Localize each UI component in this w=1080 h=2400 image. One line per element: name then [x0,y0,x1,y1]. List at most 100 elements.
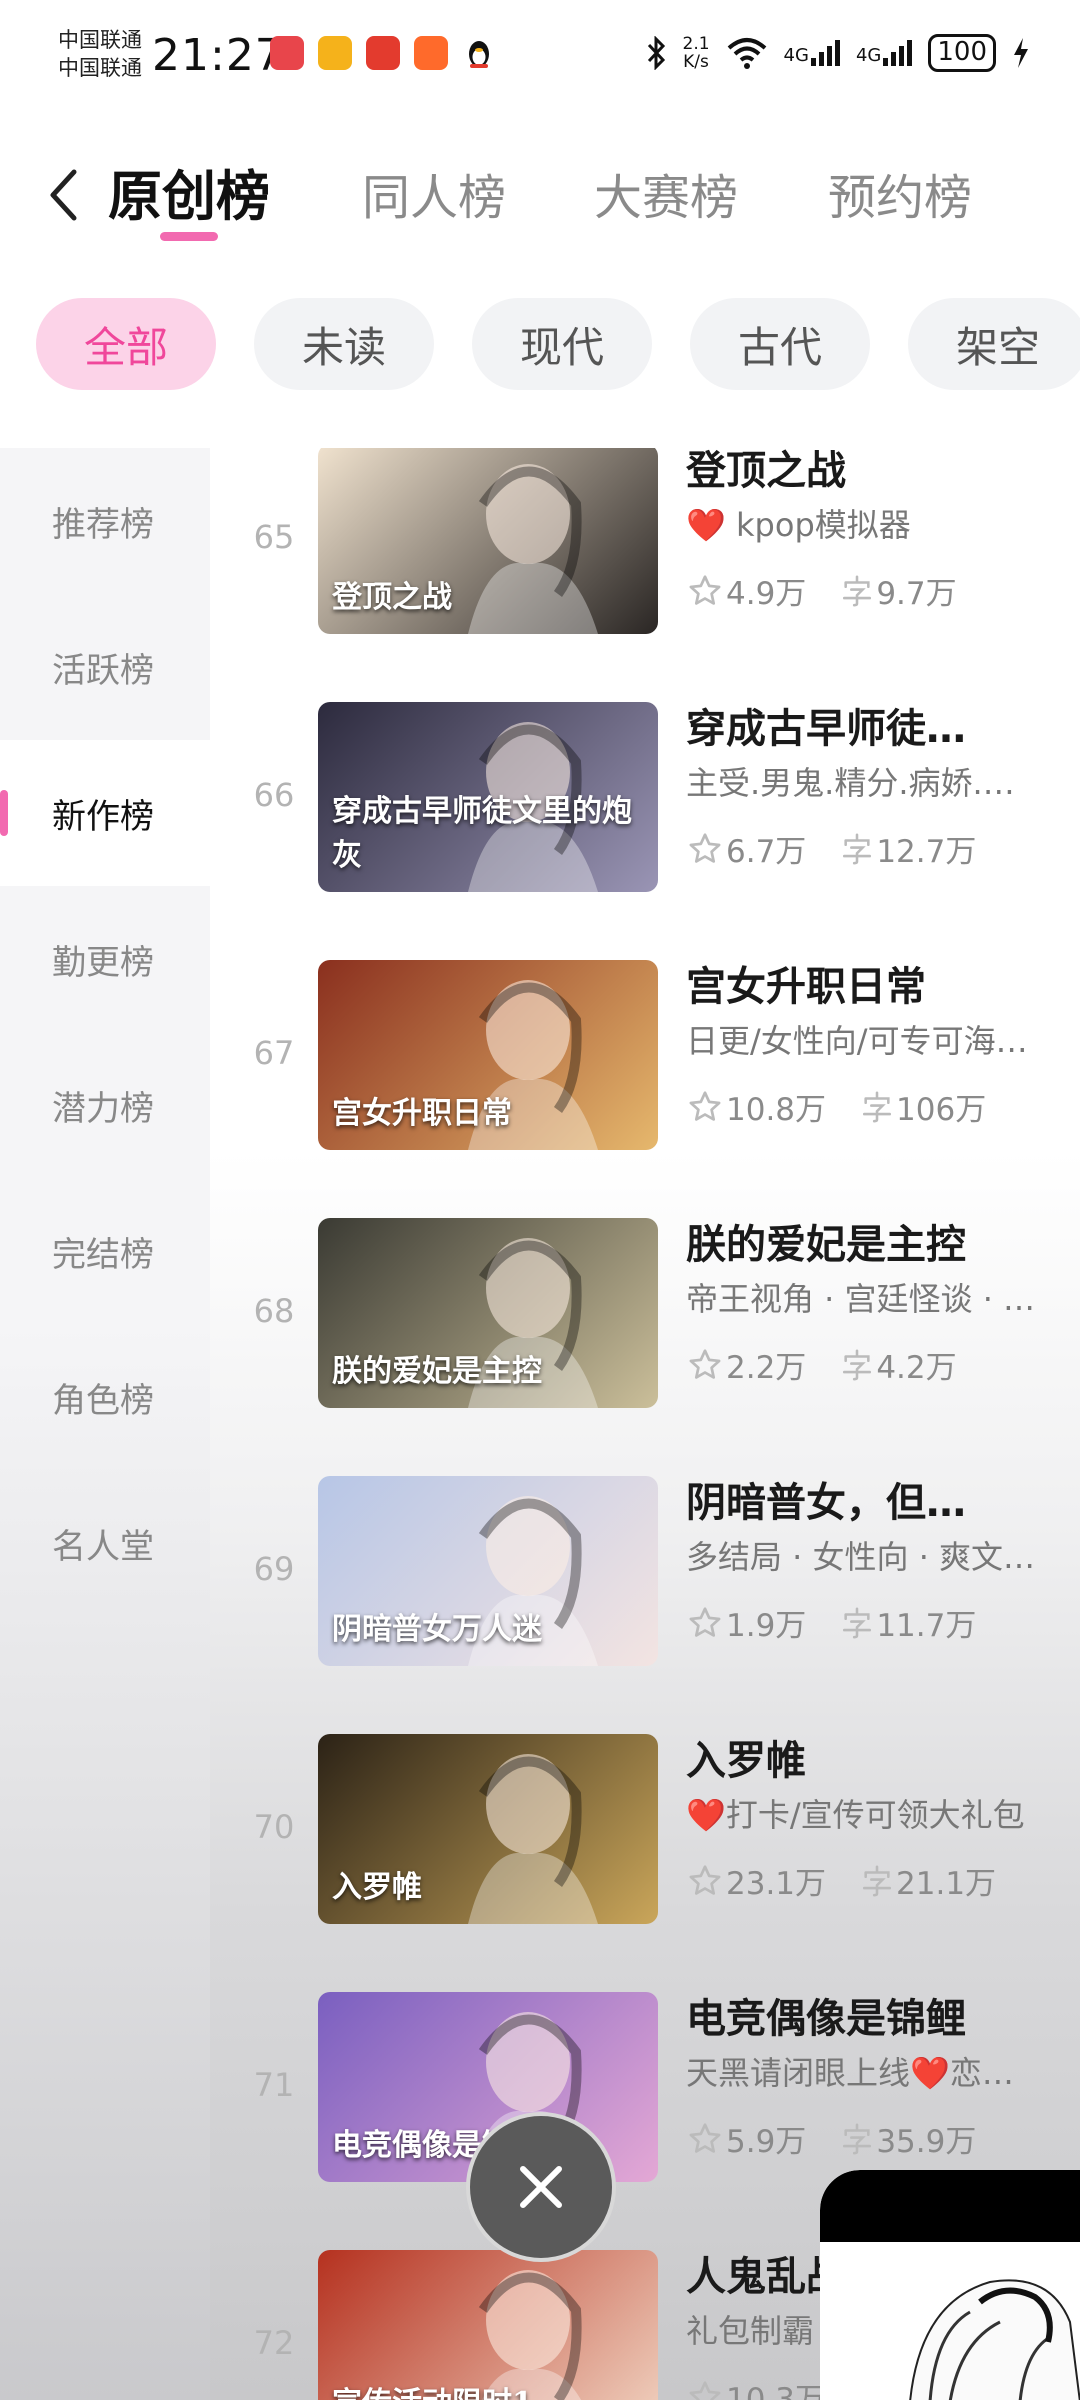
book-cover-image[interactable]: 登顶之战 [318,448,658,634]
book-tags: 日更/女性向/可专可海… [686,1022,1028,1060]
word-count: 4.2万 [876,1350,957,1386]
net-speed-unit: K/s [683,52,709,72]
carrier-1: 中国联通 [58,28,142,52]
sidebar-item-hall-of-fame[interactable]: 名人堂 [0,1470,210,1616]
rank-number: 69 [253,1550,295,1588]
word-count: 11.7万 [876,1608,977,1644]
book-title[interactable]: 登顶之战 [686,448,1076,496]
zi-character-icon [843,1349,872,1380]
book-stats: 23.1万 21.1万 [686,1858,996,1903]
favorite-count: 1.9万 [726,1608,807,1644]
star-outline-icon [689,1606,721,1637]
network-type-2: 4G [855,45,882,66]
rank-number: 68 [253,1292,295,1330]
list-item[interactable]: 68 朕的爱妃是主控 朕的爱妃是主控 帝王视角 · 宫廷怪谈 · … 2.2万 … [210,1210,1080,1468]
battery-indicator: 100 [928,34,996,72]
favorite-count: 4.9万 [726,576,807,612]
book-cover-image[interactable]: 穿成古早师徒文里的炮灰 [318,702,658,892]
book-stats: 10.8万 106万 [686,1084,986,1129]
favorite-count: 6.7万 [726,834,807,870]
book-stats: 2.2万 4.2万 [686,1342,957,1387]
cover-title-art: 阴暗普女万人迷 [332,1612,542,1647]
ranking-sidebar: 推荐榜 活跃榜 新作榜 勤更榜 潜力榜 完结榜 角色榜 名人堂 [0,448,210,2400]
book-stats: 6.7万 12.7万 [686,826,976,871]
favorite-count: 10.8万 [726,1092,827,1128]
sidebar-item-active[interactable]: 活跃榜 [0,594,210,740]
favorite-count: 23.1万 [726,1866,827,1902]
chip-ancient[interactable]: 古代 [690,298,870,390]
signal-bars-icon [883,40,913,66]
list-item[interactable]: 66 穿成古早师徒文里的炮灰 穿成古早师徒… 主受.男鬼.精分.病娇.… 6.7… [210,694,1080,952]
star-outline-icon [689,2380,721,2400]
book-tags: 多结局 · 女性向 · 爽文… [686,1538,1036,1576]
zi-character-icon [843,575,872,606]
book-cover-image[interactable]: 阴暗普女万人迷 [318,1476,658,1666]
sidebar-item-recommend[interactable]: 推荐榜 [0,448,210,594]
zi-character-icon [863,1865,892,1896]
sidebar-item-new-works[interactable]: 新作榜 [0,740,210,886]
ranking-list: 65 登顶之战 登顶之战 ❤️ kpop模拟器 4.9万 9.7万 66 穿成古… [210,448,1080,2400]
book-title[interactable]: 穿成古早师徒… [686,696,1076,754]
rank-number: 70 [253,1808,295,1846]
star-outline-icon [689,1090,721,1121]
chip-modern[interactable]: 现代 [472,298,652,390]
tab-original[interactable]: 原创榜 [108,152,270,231]
wifi-icon [727,38,766,69]
list-item[interactable]: 69 阴暗普女万人迷 阴暗普女，但… 多结局 · 女性向 · 爽文… 1.9万 … [210,1468,1080,1726]
book-title[interactable]: 电竞偶像是锦鲤 [686,1986,1076,2044]
clock: 21:27 [152,30,284,81]
app-icon [414,36,448,70]
zi-character-icon [843,2123,872,2154]
list-item[interactable]: 67 宫女升职日常 宫女升职日常 日更/女性向/可专可海… 10.8万 106万 [210,952,1080,1210]
book-title[interactable]: 阴暗普女，但… [686,1470,1076,1528]
filter-chips: 全部 未读 现代 古代 架空 [36,298,1080,390]
book-cover-image[interactable]: 入罗帷 [318,1734,658,1924]
signal-1: 4G [784,40,840,66]
rank-number: 66 [253,776,295,814]
signal-bars-icon [810,40,840,66]
floating-mini-window[interactable] [820,2170,1080,2400]
weibo-icon [318,36,352,70]
tab-contest[interactable]: 大赛榜 [594,158,738,228]
net-speed-value: 2.1 [682,34,710,54]
rank-number: 71 [253,2066,295,2104]
chip-all[interactable]: 全部 [36,298,216,390]
word-count: 35.9万 [876,2124,977,2160]
book-cover-image[interactable]: 宫女升职日常 [318,960,658,1150]
chevron-left-icon [50,169,77,221]
active-tab-indicator [160,232,218,241]
list-item[interactable]: 65 登顶之战 登顶之战 ❤️ kpop模拟器 4.9万 9.7万 [210,448,1080,694]
word-count: 12.7万 [876,834,977,870]
qq-penguin-icon [462,36,496,70]
close-float-button[interactable] [466,2112,616,2262]
book-cover-image[interactable]: 宣传活动限时1 [318,2250,658,2400]
shopping-app-icon [270,36,304,70]
favorite-count: 10.3万 [726,2382,827,2400]
network-type-1: 4G [783,45,809,66]
list-item[interactable]: 70 入罗帷 入罗帷 ❤️打卡/宣传可领大礼包 23.1万 21.1万 [210,1726,1080,1984]
book-title[interactable]: 入罗帷 [686,1728,1076,1786]
book-tags: ❤️ kpop模拟器 [686,506,911,544]
sidebar-item-potential[interactable]: 潜力榜 [0,1032,210,1178]
rank-number: 65 [253,518,295,556]
book-title[interactable]: 宫女升职日常 [686,954,1076,1012]
sidebar-item-completed[interactable]: 完结榜 [0,1178,210,1324]
book-cover-image[interactable]: 朕的爱妃是主控 [318,1218,658,1408]
sidebar-item-diligent[interactable]: 勤更榜 [0,886,210,1032]
sidebar-item-character[interactable]: 角色榜 [0,1324,210,1470]
carrier-2: 中国联通 [58,56,142,80]
charging-bolt-icon [1014,38,1028,68]
chip-fictional[interactable]: 架空 [908,298,1080,390]
bluetooth-icon [647,36,665,70]
cover-title-art: 宣传活动限时1 [332,2378,533,2400]
cover-title-art: 宫女升职日常 [332,1096,512,1131]
cover-title-art: 入罗帷 [332,1870,422,1905]
tab-fanfic[interactable]: 同人榜 [362,158,506,228]
tab-reservation[interactable]: 预约榜 [828,158,972,228]
star-outline-icon [689,1864,721,1895]
book-tags: 帝王视角 · 宫廷怪谈 · … [686,1280,1036,1318]
book-title[interactable]: 朕的爱妃是主控 [686,1212,1076,1270]
favorite-count: 2.2万 [726,1350,807,1386]
back-button[interactable] [48,168,78,226]
chip-unread[interactable]: 未读 [254,298,434,390]
